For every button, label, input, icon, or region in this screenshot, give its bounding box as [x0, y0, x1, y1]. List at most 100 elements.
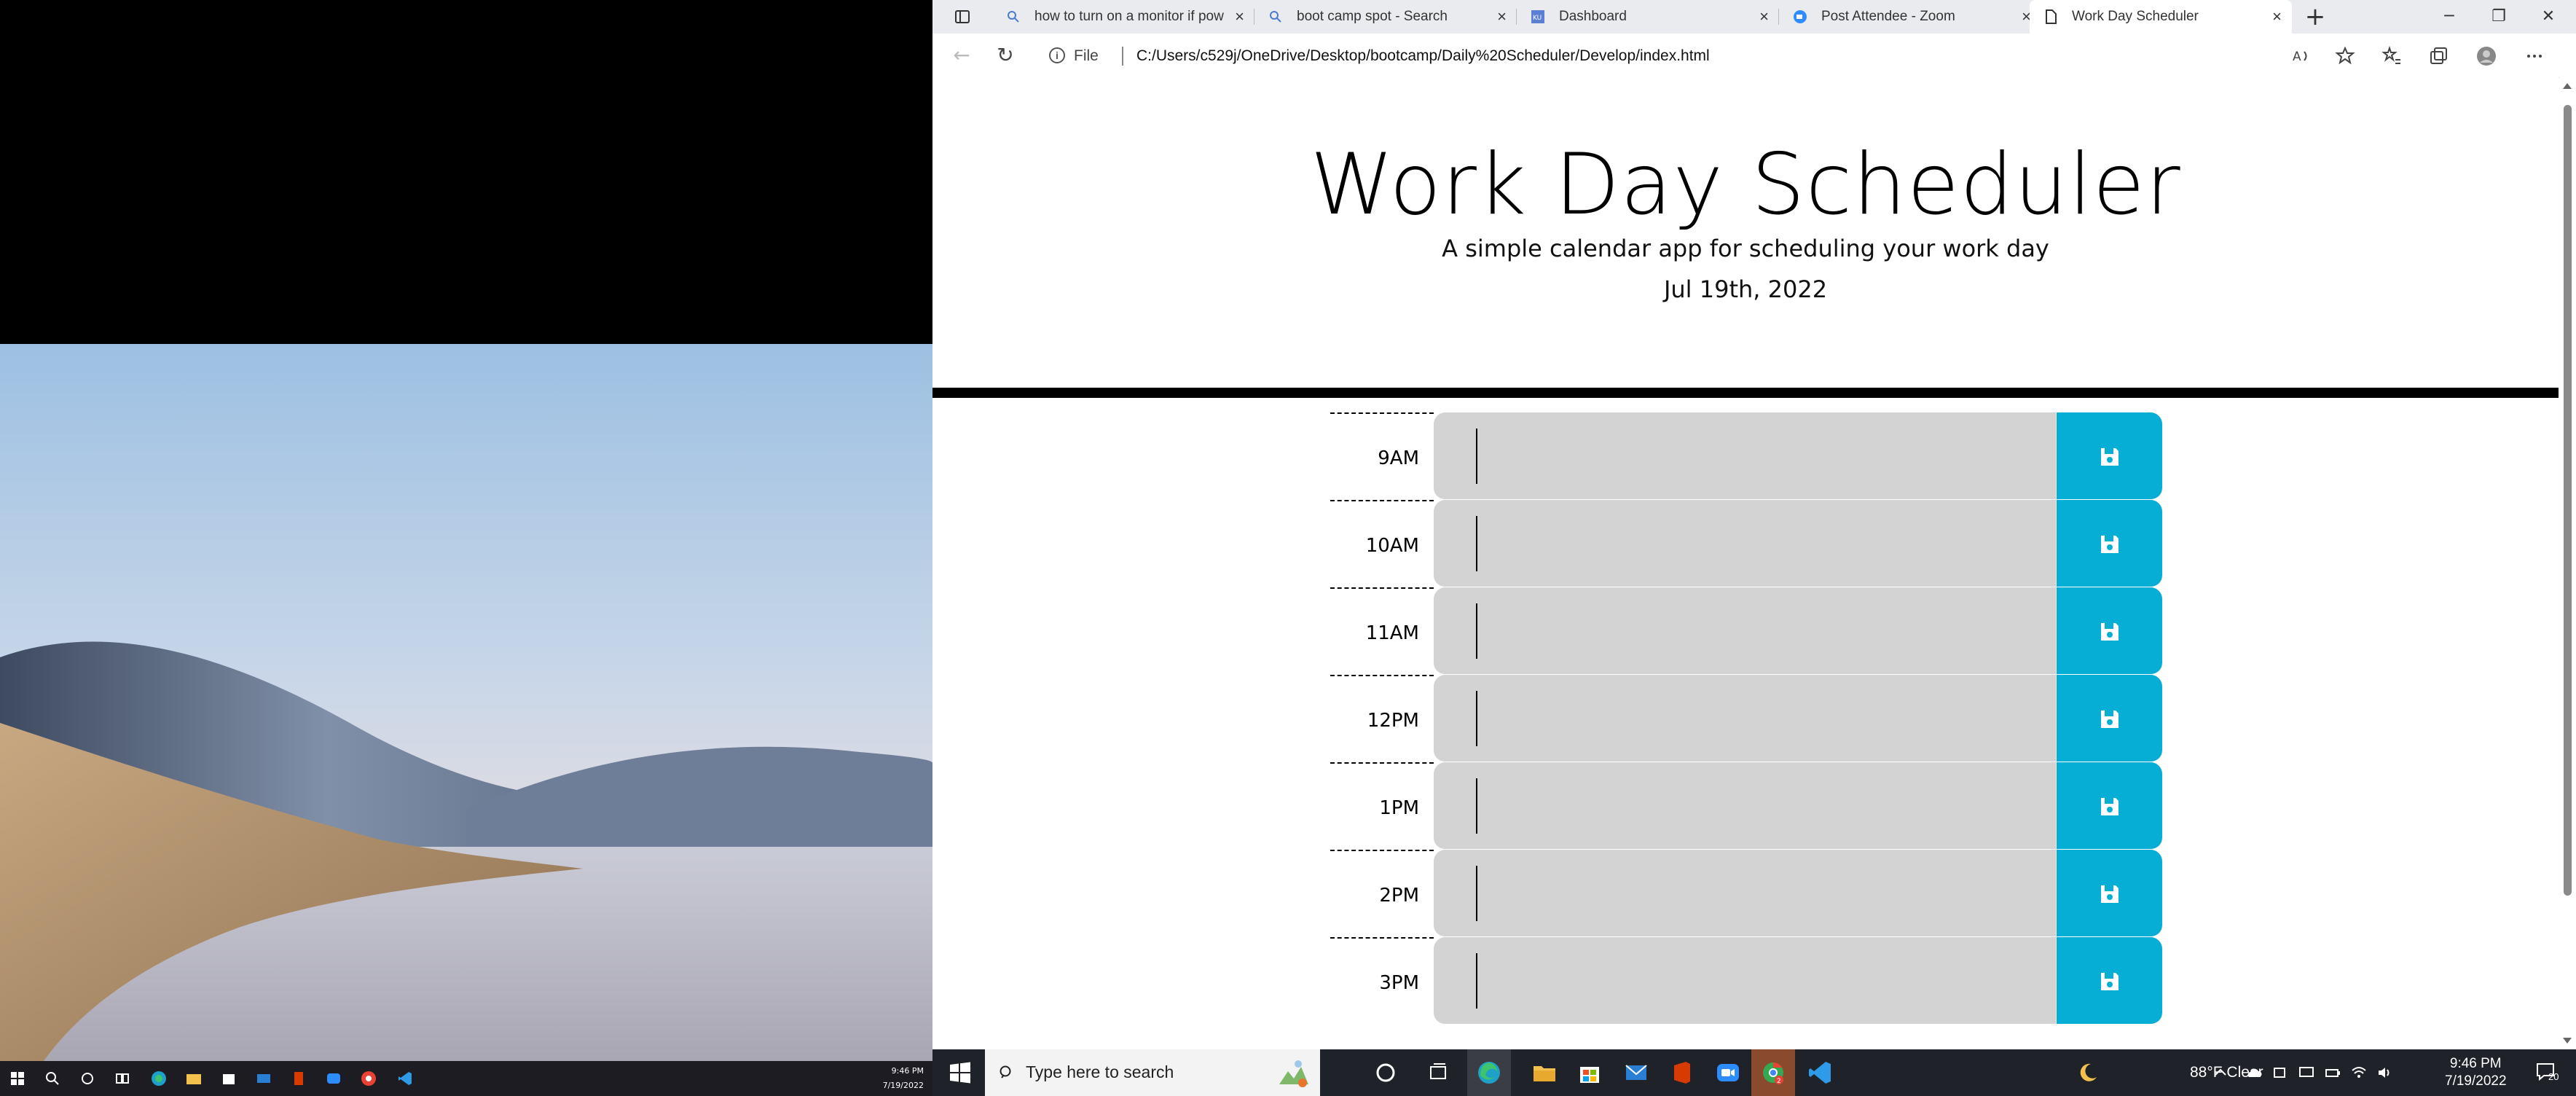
floppy-disk-icon — [2101, 623, 2118, 641]
refresh-icon[interactable]: ↻ — [994, 44, 1017, 67]
search-icon — [1008, 11, 1019, 23]
address-bar: ← ↻ i File C:/Users/c529j/OneDrive/Deskt… — [932, 34, 2576, 78]
taskbar-clock[interactable]: 9:46 PM 7/19/2022 — [2445, 1055, 2507, 1090]
page-title: Work Day Scheduler — [1310, 136, 2181, 234]
event-description-input[interactable] — [1434, 850, 2056, 937]
event-description-input[interactable] — [1434, 937, 2056, 1025]
save-button[interactable] — [2057, 412, 2162, 500]
search-icon[interactable] — [44, 1070, 61, 1087]
scroll-up-arrow-icon[interactable] — [2563, 83, 2572, 89]
volume-icon[interactable] — [2376, 1064, 2394, 1081]
tab-bootcamp-search[interactable]: boot camp spot - Search × — [1254, 0, 1517, 34]
scroll-down-arrow-icon[interactable] — [2563, 1038, 2572, 1044]
mail-icon[interactable] — [1623, 1060, 1649, 1086]
save-button[interactable] — [2057, 850, 2162, 937]
url-divider — [1122, 47, 1123, 66]
event-description-input[interactable] — [1434, 587, 2056, 675]
mail-icon[interactable] — [255, 1070, 272, 1087]
tab-dashboard[interactable]: KU Dashboard × — [1517, 0, 1779, 34]
chevron-up-icon[interactable] — [2212, 1064, 2229, 1081]
office-icon[interactable] — [290, 1070, 307, 1087]
floppy-disk-icon — [2101, 973, 2118, 990]
time-block-row: 10AM — [1330, 500, 2162, 587]
battery-icon[interactable] — [2324, 1064, 2341, 1081]
file-explorer-icon[interactable] — [185, 1070, 203, 1087]
close-icon[interactable]: × — [1497, 7, 1507, 26]
hour-cell: 11AM — [1330, 587, 1434, 675]
store-icon[interactable] — [1576, 1060, 1603, 1086]
tab-zoom[interactable]: Post Attendee - Zoom × — [1779, 0, 2041, 34]
event-description-input[interactable] — [1434, 412, 2056, 500]
scroll-thumb[interactable] — [2564, 105, 2572, 896]
onedrive-icon[interactable] — [2245, 1064, 2263, 1081]
profile-avatar-icon[interactable] — [2475, 45, 2497, 67]
task-view-icon[interactable] — [1425, 1060, 1451, 1086]
new-tab-button[interactable]: + — [2301, 3, 2330, 31]
cortana-icon[interactable] — [79, 1070, 96, 1087]
event-description-input[interactable] — [1434, 500, 2056, 587]
edge-icon[interactable] — [150, 1070, 168, 1087]
vscode-icon[interactable] — [1807, 1060, 1833, 1086]
hour-label: 3PM — [1379, 972, 1419, 994]
save-button[interactable] — [2057, 675, 2162, 762]
event-description-input[interactable] — [1434, 762, 2056, 850]
windows-start-icon[interactable] — [9, 1070, 26, 1087]
chrome-icon[interactable] — [360, 1070, 377, 1087]
task-view-icon[interactable] — [114, 1070, 131, 1087]
restore-icon[interactable]: ❐ — [2477, 4, 2521, 29]
tab-label: Post Attendee - Zoom — [1821, 9, 1955, 24]
vscode-icon[interactable] — [396, 1070, 414, 1087]
secondary-clock-date: 7/19/2022 — [882, 1081, 924, 1090]
floppy-disk-icon — [2101, 448, 2118, 466]
store-icon[interactable] — [220, 1070, 237, 1087]
windows-start-icon[interactable] — [949, 1061, 972, 1084]
url-field[interactable]: i File C:/Users/c529j/OneDrive/Desktop/b… — [1049, 41, 2317, 70]
edge-icon[interactable] — [1476, 1060, 1502, 1086]
back-arrow-icon[interactable]: ← — [950, 44, 973, 67]
desktop-wallpaper — [0, 344, 932, 1061]
text-caret — [1476, 953, 1477, 1009]
close-icon[interactable]: × — [1759, 7, 1769, 26]
svg-text:A: A — [2293, 50, 2301, 64]
more-options-icon[interactable] — [2524, 45, 2545, 67]
floppy-disk-icon — [2101, 536, 2118, 553]
cortana-icon[interactable] — [1373, 1060, 1399, 1086]
collections-icon[interactable] — [2427, 45, 2449, 67]
close-window-icon[interactable]: ✕ — [2526, 4, 2570, 29]
info-icon[interactable]: i — [1049, 47, 1065, 63]
close-icon[interactable]: × — [1235, 7, 1244, 26]
text-caret — [1476, 691, 1477, 746]
hour-cell: 10AM — [1330, 500, 1434, 587]
file-explorer-icon[interactable] — [1531, 1060, 1558, 1086]
meet-now-icon[interactable] — [2271, 1064, 2289, 1081]
office-icon[interactable] — [1668, 1060, 1695, 1086]
save-button[interactable] — [2057, 500, 2162, 587]
scrollbar[interactable] — [2559, 77, 2576, 1049]
hour-cell: 9AM — [1330, 412, 1434, 500]
header-jumbotron: Work Day Scheduler A simple calendar app… — [932, 77, 2559, 388]
add-favorite-icon[interactable] — [2334, 45, 2356, 67]
display-icon[interactable] — [2298, 1064, 2315, 1081]
text-caret — [1476, 778, 1477, 834]
tab-label: Work Day Scheduler — [2072, 9, 2199, 24]
minimize-icon[interactable]: ─ — [2427, 4, 2471, 29]
tab-actions-icon[interactable] — [954, 9, 970, 25]
moon-weather-icon[interactable] — [2076, 1061, 2100, 1084]
tab-monitor-search[interactable]: how to turn on a monitor if pow × — [992, 0, 1254, 34]
wifi-icon[interactable] — [2350, 1064, 2368, 1081]
read-aloud-icon[interactable]: A — [2290, 45, 2312, 67]
event-description-input[interactable] — [1434, 675, 2056, 762]
hour-label: 1PM — [1379, 797, 1419, 819]
zoom-icon[interactable] — [325, 1070, 342, 1087]
tab-work-day-scheduler[interactable]: Work Day Scheduler × — [2030, 0, 2292, 34]
save-button[interactable] — [2057, 762, 2162, 850]
hour-label: 11AM — [1365, 622, 1419, 644]
chrome-icon[interactable]: 2 — [1760, 1060, 1786, 1086]
taskbar-search-box[interactable]: Type here to search — [985, 1049, 1320, 1096]
save-button[interactable] — [2057, 587, 2162, 675]
zoom-icon[interactable] — [1715, 1060, 1741, 1086]
close-icon[interactable]: × — [2272, 7, 2282, 26]
favorites-icon[interactable] — [2381, 45, 2403, 67]
tab-label: boot camp spot - Search — [1297, 9, 1448, 24]
save-button[interactable] — [2057, 937, 2162, 1025]
